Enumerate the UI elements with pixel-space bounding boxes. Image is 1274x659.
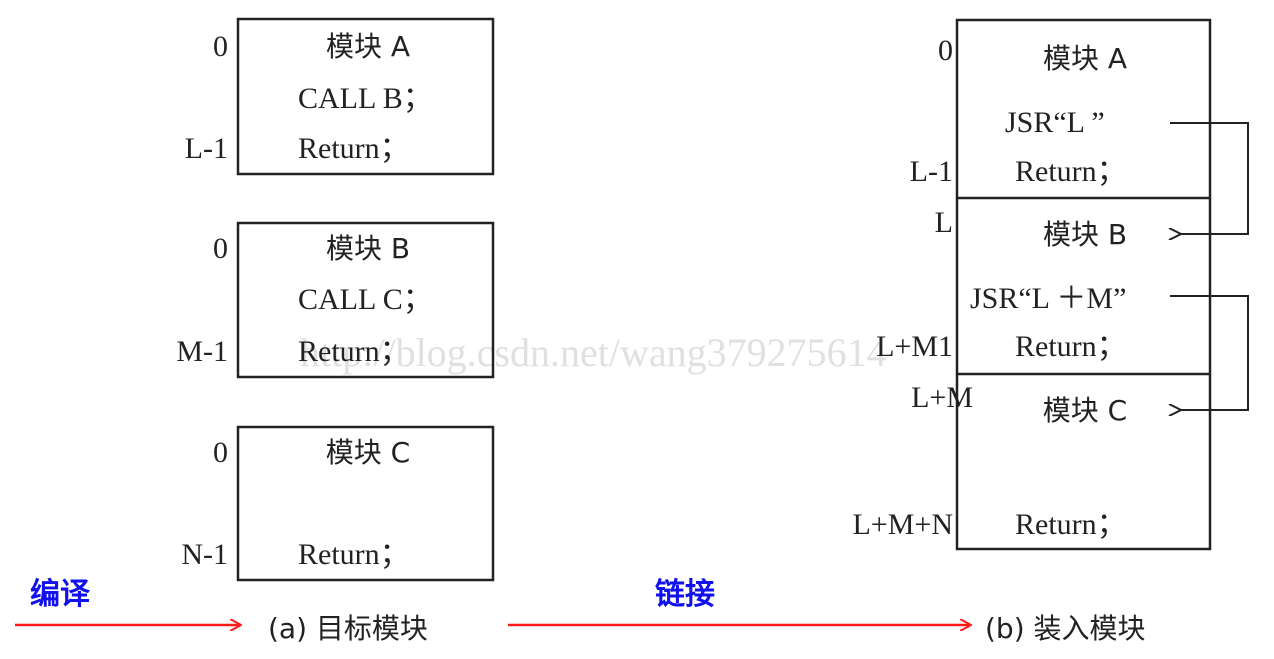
diagram-canvas: http://blog.csdn.net/wang379275614 0 L-1… [15, 17, 1249, 645]
left-a-start: 0 [213, 30, 228, 63]
left-module-c: 0 N-1 模块 C Return； [181, 425, 495, 582]
left-c-return: Return； [298, 538, 410, 571]
addr-l-m-n: L+M+N [852, 508, 953, 541]
addr-l-m: L+M [911, 381, 973, 414]
seg-a-title: 模块 A [1043, 42, 1127, 75]
left-b-return: Return； [298, 335, 410, 368]
left-a-title: 模块 A [326, 30, 410, 63]
addr-l-minus-1: L-1 [910, 155, 953, 188]
link-label: 链接 [655, 577, 715, 612]
left-c-start: 0 [213, 436, 228, 469]
caption-b: (b) 装入模块 [985, 612, 1146, 645]
seg-b-title: 模块 B [1043, 218, 1127, 251]
addr-0: 0 [938, 34, 953, 67]
left-a-return: Return； [298, 132, 410, 165]
addr-l-m1: L+M1 [876, 330, 953, 363]
load-module: 0 L-1 L L+M1 L+M L+M+N 模块 A JSR“L ” Retu… [852, 18, 1249, 551]
left-a-end: L-1 [185, 132, 228, 165]
left-b-call: CALL C； [298, 283, 433, 316]
seg-c-return: Return； [1015, 508, 1127, 541]
addr-l: L [935, 206, 953, 239]
left-a-call: CALL B； [298, 82, 433, 115]
left-c-title: 模块 C [326, 436, 410, 469]
left-b-start: 0 [213, 232, 228, 265]
left-module-a: 0 L-1 模块 A CALL B； Return； [185, 17, 495, 176]
seg-b-jsr: JSR“L ＋M” [970, 282, 1126, 315]
seg-b-return: Return； [1015, 330, 1127, 363]
seg-a-jsr: JSR“L ” [1005, 106, 1105, 139]
left-b-title: 模块 B [326, 232, 410, 265]
seg-a-return: Return； [1015, 155, 1127, 188]
seg-c-title: 模块 C [1043, 394, 1127, 427]
left-b-end: M-1 [176, 335, 228, 368]
caption-a: (a) 目标模块 [268, 612, 428, 645]
left-c-end: N-1 [181, 538, 228, 571]
compile-label: 编译 [30, 577, 91, 612]
